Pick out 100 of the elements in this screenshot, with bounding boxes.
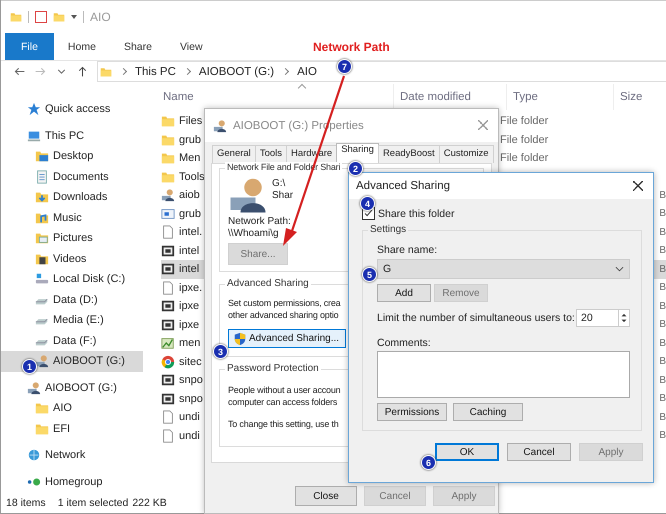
nav-item[interactable]: Music: [1, 208, 143, 228]
nav-item[interactable]: Local Disk (C:): [1, 269, 143, 290]
field-label: Share name:: [377, 244, 438, 256]
file-type: File folder: [500, 115, 548, 128]
folder-icon: [35, 422, 49, 436]
ribbon-tab[interactable]: View: [166, 33, 217, 60]
dialog-tab[interactable]: ReadyBoost: [378, 145, 440, 163]
file-size: B: [659, 412, 666, 423]
file-size: B: [659, 300, 666, 312]
annotation-label: Network Path: [313, 40, 390, 54]
ribbon-tab[interactable]: Home: [54, 33, 110, 60]
description-text: computer can access folders: [228, 396, 338, 408]
nav-item[interactable]: Media (E:): [1, 310, 143, 330]
description-text: other advanced sharing optio: [228, 309, 338, 321]
folder-icon: [100, 66, 112, 78]
file-name[interactable]: undi: [179, 411, 200, 424]
back-arrow-icon[interactable]: [13, 65, 26, 78]
nav-item[interactable]: Network: [1, 445, 143, 466]
computer-icon: [27, 128, 41, 143]
document-icon: [35, 170, 49, 184]
nav-item[interactable]: Downloads: [1, 187, 143, 208]
file-name[interactable]: grub: [179, 134, 202, 146]
file-size: B: [659, 245, 666, 256]
drive-path: G:\: [272, 178, 286, 189]
comments-field[interactable]: [377, 351, 630, 398]
ribbon-tab[interactable]: Share: [110, 33, 166, 60]
nav-item[interactable]: EFI: [1, 418, 143, 439]
network-path-label: Network Path:: [228, 216, 291, 227]
dialog-tab[interactable]: Customize: [438, 145, 494, 163]
file-name[interactable]: undi: [179, 430, 200, 442]
file-name[interactable]: Files: [179, 115, 202, 128]
nav-item[interactable]: Videos: [1, 248, 143, 269]
file-name[interactable]: intel: [179, 263, 200, 276]
nav-item[interactable]: Documents: [1, 166, 143, 187]
download-icon: [35, 190, 49, 204]
user-limit-spinner[interactable]: 20: [576, 309, 630, 327]
nav-item[interactable]: AIO: [1, 398, 143, 418]
dropdown-caret-icon[interactable]: [71, 15, 77, 19]
file-name[interactable]: intel: [179, 244, 200, 257]
chevron-down-icon: [615, 266, 624, 272]
nav-item[interactable]: Pictures: [1, 228, 143, 248]
person-icon: [161, 188, 175, 202]
file-type: File folder: [500, 152, 548, 164]
dialog-button[interactable]: OK: [435, 443, 499, 461]
nav-item[interactable]: Quick access: [1, 99, 143, 120]
advanced-sharing-button[interactable]: Advanced Sharing...: [228, 329, 346, 348]
file-icon: [161, 428, 175, 443]
checkbox-tick-icon: [363, 208, 374, 219]
breadcrumb[interactable]: AIO: [297, 66, 317, 78]
group-label: Password Protection: [225, 363, 321, 374]
file-name[interactable]: intel.: [179, 226, 202, 238]
dialog-button[interactable]: Close: [295, 486, 357, 506]
file-name[interactable]: ipxe: [179, 318, 200, 331]
breadcrumb[interactable]: AIOBOOT (G:): [198, 66, 274, 78]
description-text: Set custom permissions, crea: [228, 297, 340, 309]
file-name[interactable]: Men: [179, 152, 200, 164]
file-size: B: [659, 393, 666, 404]
dialog-button[interactable]: Cancel: [507, 443, 571, 461]
file-name[interactable]: sitec: [179, 356, 202, 368]
file-name[interactable]: aiob: [179, 189, 200, 202]
network-path: \\Whoami\g: [228, 228, 279, 239]
dialog-button[interactable]: Permissions: [377, 403, 447, 421]
nav-item[interactable]: AIOBOOT (G:): [1, 378, 143, 398]
file-name[interactable]: grub: [179, 208, 202, 220]
share-name-dropdown[interactable]: G: [377, 259, 630, 279]
file-name[interactable]: men: [179, 337, 200, 350]
nav-item[interactable]: Homegroup: [1, 472, 143, 492]
close-icon[interactable]: [633, 181, 643, 191]
spin-arrows-icon[interactable]: [618, 310, 629, 326]
star-icon: [27, 102, 41, 116]
field-label: Limit the number of simultaneous users to:: [377, 312, 575, 324]
file-name[interactable]: snpo: [179, 374, 203, 386]
nav-item[interactable]: Data (D:): [1, 290, 143, 310]
file-name[interactable]: ipxe: [179, 300, 200, 312]
browser-icon: [161, 354, 175, 369]
nav-item[interactable]: Desktop: [1, 146, 143, 166]
column-header[interactable]: Name: [161, 91, 393, 103]
description-text: People without a user accoun: [228, 384, 340, 396]
file-name[interactable]: ipxe.: [179, 282, 202, 294]
selection-size: 222 KB: [132, 497, 167, 509]
file-name[interactable]: Tools: [179, 170, 205, 183]
file-name[interactable]: snpo: [179, 392, 203, 405]
checkbox-label[interactable]: Share this folder: [378, 208, 454, 220]
dialog-button[interactable]: Caching: [453, 403, 523, 421]
nav-item[interactable]: This PC: [1, 126, 143, 146]
column-header[interactable]: Type: [506, 84, 613, 110]
file-size: B: [659, 430, 666, 442]
breadcrumb[interactable]: This PC: [135, 66, 176, 78]
dialog-button[interactable]: Add: [377, 284, 431, 302]
dialog-tab[interactable]: Sharing: [336, 143, 379, 163]
ribbon-tab[interactable]: File: [5, 33, 54, 60]
file-icon: [161, 410, 175, 424]
nav-item[interactable]: Data (F:): [1, 330, 143, 351]
window-title: AIO: [90, 10, 111, 24]
video-icon: [35, 252, 49, 266]
column-header[interactable]: Size: [613, 84, 666, 110]
dialog-tab[interactable]: General: [212, 145, 256, 163]
folder-icon: [35, 401, 49, 416]
music-icon: [35, 210, 49, 225]
up-arrow-icon[interactable]: [76, 65, 89, 78]
